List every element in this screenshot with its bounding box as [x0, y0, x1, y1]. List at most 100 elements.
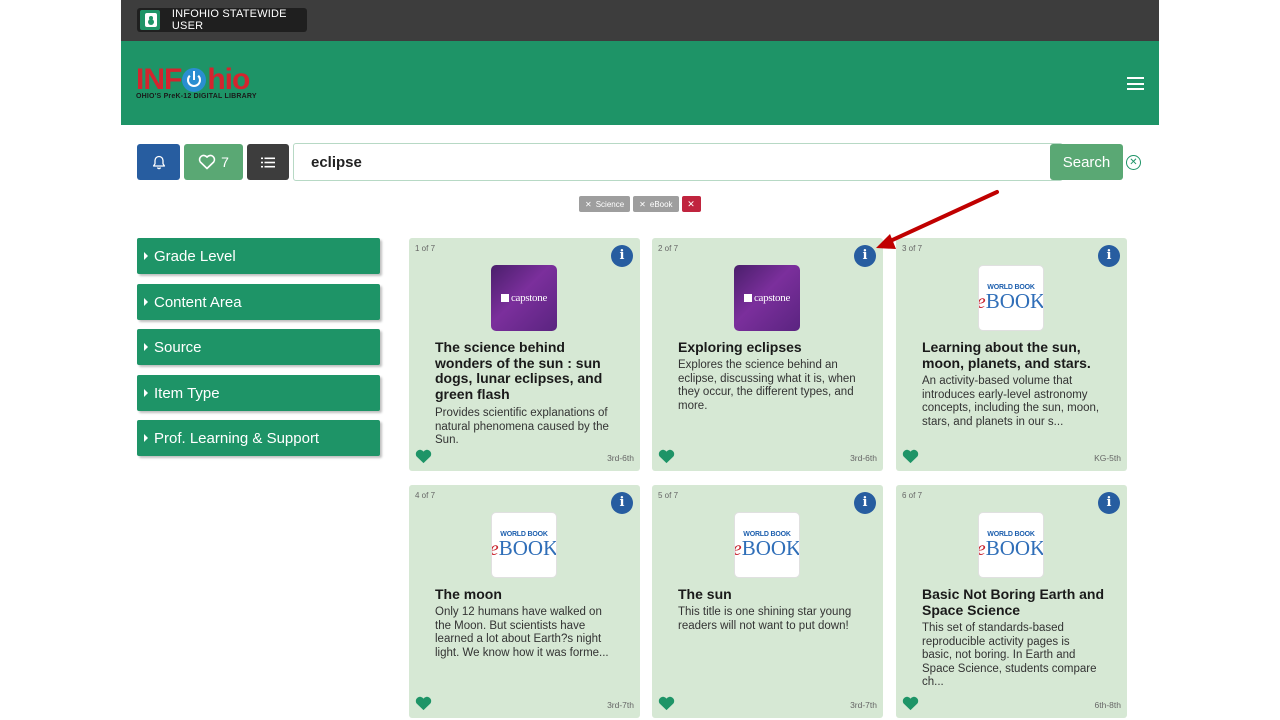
caret-right-icon — [144, 389, 148, 397]
result-index: 4 of 7 — [415, 491, 436, 500]
caret-right-icon — [144, 298, 148, 306]
grade-range: 3rd-6th — [850, 453, 877, 463]
result-card[interactable]: 1 of 7 i capstone The science behind won… — [409, 238, 640, 471]
facet-label: Grade Level — [154, 247, 236, 265]
result-title[interactable]: Learning about the sun, moon, planets, a… — [922, 339, 1108, 371]
heart-icon[interactable] — [902, 695, 919, 712]
result-description: This set of standards-based reproducible… — [922, 622, 1097, 688]
caret-right-icon — [144, 434, 148, 442]
heart-icon[interactable] — [658, 448, 675, 465]
hamburger-menu-icon[interactable] — [1127, 77, 1144, 90]
result-description: Explores the science behind an eclipse, … — [678, 359, 856, 412]
clear-all-filters-button[interactable]: ✕ — [681, 196, 701, 212]
worldbook-logo-main: eBOOK — [979, 536, 1044, 560]
site-header: INF hio OHIO'S PreK-12 DIGITAL LIBRARY — [121, 41, 1159, 125]
logo-text-right: hio — [207, 63, 250, 96]
result-description: Only 12 humans have walked on the Moon. … — [435, 606, 609, 659]
result-description: Provides scientific explanations of natu… — [435, 407, 609, 446]
result-description: This title is one shining star young rea… — [678, 606, 852, 632]
grade-range: 3rd-7th — [850, 700, 877, 710]
result-card[interactable]: 5 of 7 i WORLD BOOK eBOOK The sun This t… — [652, 485, 883, 718]
infohio-logo[interactable]: INF hio OHIO'S PreK-12 DIGITAL LIBRARY — [136, 63, 257, 101]
worldbook-logo-main: eBOOK — [735, 536, 800, 560]
world-book-ebook-thumbnail[interactable]: WORLD BOOK eBOOK — [734, 512, 800, 578]
heart-icon[interactable] — [415, 448, 432, 465]
favorites-count: 7 — [221, 154, 229, 170]
bell-icon — [152, 155, 165, 169]
result-card[interactable]: 6 of 7 i WORLD BOOK eBOOK Basic Not Bori… — [896, 485, 1127, 718]
favorites-button[interactable]: 7 — [184, 144, 243, 180]
user-contact-icon — [140, 10, 160, 30]
result-title[interactable]: Basic Not Boring Earth and Space Science — [922, 586, 1108, 618]
result-index: 6 of 7 — [902, 491, 923, 500]
heart-icon[interactable] — [658, 695, 675, 712]
info-icon[interactable]: i — [854, 245, 876, 267]
top-bar: INFOHIO STATEWIDE USER — [121, 0, 1159, 41]
power-icon — [182, 68, 207, 92]
result-title[interactable]: The science behind wonders of the sun : … — [435, 339, 621, 402]
capstone-thumbnail[interactable]: capstone — [491, 265, 557, 331]
search-input[interactable] — [293, 143, 1063, 181]
close-icon: ✕ — [687, 198, 695, 209]
notifications-button[interactable] — [137, 144, 180, 180]
grade-range: KG-5th — [1094, 453, 1121, 463]
facet-label: Content Area — [154, 293, 242, 311]
world-book-ebook-thumbnail[interactable]: WORLD BOOK eBOOK — [978, 512, 1044, 578]
capstone-thumbnail[interactable]: capstone — [734, 265, 800, 331]
info-icon[interactable]: i — [854, 492, 876, 514]
heart-outline-icon — [198, 154, 216, 170]
result-index: 1 of 7 — [415, 244, 436, 253]
grade-range: 6th-8th — [1094, 700, 1121, 710]
search-button[interactable]: Search — [1050, 144, 1123, 180]
facet-label: Prof. Learning & Support — [154, 429, 320, 447]
facet-content-area[interactable]: Content Area — [137, 284, 380, 320]
clear-search-icon[interactable]: ✕ — [1126, 155, 1141, 170]
grade-range: 3rd-7th — [607, 700, 634, 710]
worldbook-logo-main: eBOOK — [492, 536, 557, 560]
heart-icon[interactable] — [415, 695, 432, 712]
facet-label: Item Type — [154, 384, 220, 402]
info-icon[interactable]: i — [1098, 492, 1120, 514]
logo-text-left: INF — [136, 63, 182, 96]
active-filters: ✕ Science ✕ eBook ✕ — [579, 196, 701, 212]
info-icon[interactable]: i — [611, 245, 633, 267]
chip-close-icon: ✕ — [639, 199, 646, 209]
filter-chip-label: eBook — [649, 199, 673, 209]
worldbook-logo-main: eBOOK — [979, 289, 1044, 313]
result-description: An activity-based volume that introduces… — [922, 375, 1100, 428]
result-title[interactable]: Exploring eclipses — [678, 339, 864, 356]
filter-chip-label: Science — [595, 199, 625, 209]
filter-chip-ebook[interactable]: ✕ eBook — [633, 196, 679, 212]
app-frame: INFOHIO STATEWIDE USER INF hio OHIO'S Pr… — [121, 0, 1159, 720]
facet-prof-learning[interactable]: Prof. Learning & Support — [137, 420, 380, 456]
list-icon — [261, 157, 275, 167]
capstone-logo-text: capstone — [743, 292, 790, 304]
logo-subtitle: OHIO'S PreK-12 DIGITAL LIBRARY — [136, 93, 257, 100]
caret-right-icon — [144, 343, 148, 351]
facet-source[interactable]: Source — [137, 329, 380, 365]
world-book-ebook-thumbnail[interactable]: WORLD BOOK eBOOK — [491, 512, 557, 578]
list-view-button[interactable] — [247, 144, 289, 180]
user-label: INFOHIO STATEWIDE USER — [171, 8, 287, 32]
result-title[interactable]: The sun — [678, 586, 864, 603]
caret-right-icon — [144, 252, 148, 260]
result-card[interactable]: 3 of 7 i WORLD BOOK eBOOK Learning about… — [896, 238, 1127, 471]
result-index: 5 of 7 — [658, 491, 679, 500]
facet-label: Source — [154, 338, 202, 356]
chip-close-icon: ✕ — [585, 199, 592, 209]
info-icon[interactable]: i — [611, 492, 633, 514]
filter-chip-science[interactable]: ✕ Science — [579, 196, 631, 212]
facet-item-type[interactable]: Item Type — [137, 375, 380, 411]
result-title[interactable]: The moon — [435, 586, 621, 603]
heart-icon[interactable] — [902, 448, 919, 465]
facet-grade-level[interactable]: Grade Level — [137, 238, 380, 274]
result-card[interactable]: 2 of 7 i capstone Exploring eclipses Exp… — [652, 238, 883, 471]
result-index: 2 of 7 — [658, 244, 679, 253]
world-book-ebook-thumbnail[interactable]: WORLD BOOK eBOOK — [978, 265, 1044, 331]
capstone-logo-text: capstone — [500, 292, 547, 304]
grade-range: 3rd-6th — [607, 453, 634, 463]
user-account-button[interactable]: INFOHIO STATEWIDE USER — [137, 8, 307, 32]
result-index: 3 of 7 — [902, 244, 923, 253]
info-icon[interactable]: i — [1098, 245, 1120, 267]
result-card[interactable]: 4 of 7 i WORLD BOOK eBOOK The moon Only … — [409, 485, 640, 718]
